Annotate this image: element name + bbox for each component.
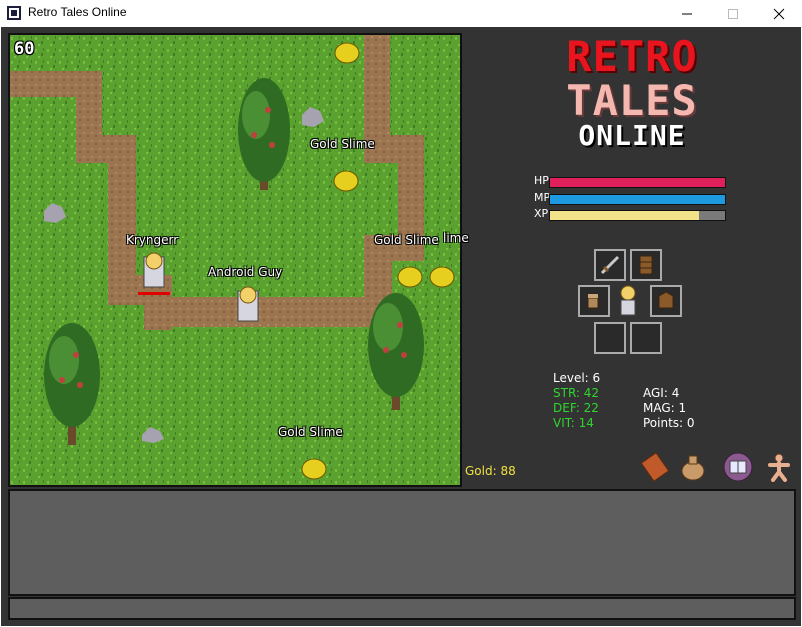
logo-line-tales: TALES <box>566 76 698 125</box>
mp-bar-fill <box>550 195 725 204</box>
magic-book-button[interactable] <box>721 450 755 484</box>
def-stat: DEF: 22 <box>553 401 599 415</box>
maximize-button[interactable] <box>710 0 756 27</box>
title-bar[interactable]: Retro Tales Online <box>0 0 802 27</box>
xp-bar <box>549 210 726 221</box>
level-stat: Level: 6 <box>553 371 601 385</box>
equipment-slot-weapon[interactable] <box>594 249 626 281</box>
game-map[interactable] <box>10 35 460 485</box>
app-icon <box>7 6 21 20</box>
equipment-slot-empty[interactable] <box>594 322 626 354</box>
minimize-icon <box>682 13 692 14</box>
chat-input[interactable] <box>8 597 796 620</box>
enemy-name-label-overflow: lime <box>443 231 469 245</box>
inventory-button[interactable] <box>676 450 710 484</box>
player-name-label: Kryngerr <box>126 233 179 247</box>
enemy-name-label: Gold Slime <box>278 425 343 439</box>
spellbook-button[interactable] <box>638 450 672 484</box>
mag-stat: MAG: 1 <box>643 401 687 415</box>
close-icon <box>773 8 785 19</box>
hp-bar <box>549 177 726 188</box>
character-button[interactable] <box>762 450 796 484</box>
enemy-name-label: Gold Slime <box>310 137 375 151</box>
maximize-icon <box>728 8 738 19</box>
character-icon <box>620 285 636 316</box>
xp-bar-fill <box>550 211 699 220</box>
sword-icon <box>600 255 620 275</box>
chat-log[interactable] <box>8 489 796 596</box>
hp-label: HP <box>534 174 549 187</box>
armor-icon <box>658 291 674 309</box>
fps-counter: 60 <box>14 39 35 59</box>
points-stat: Points: 0 <box>643 416 695 430</box>
hp-bar-fill <box>550 178 725 187</box>
xp-label: XP <box>534 207 549 220</box>
game-viewport[interactable]: 60 Kryngerr Android Guy Gold Slime Gold … <box>8 33 462 487</box>
logo-line-retro: RETRO <box>566 32 698 81</box>
mp-bar <box>549 194 726 205</box>
equipment-slot-empty[interactable] <box>630 322 662 354</box>
spellbook-icon <box>640 452 670 482</box>
vit-stat: VIT: 14 <box>553 416 594 430</box>
equipment-slot-armor[interactable] <box>650 285 682 317</box>
logo-line-online: ONLINE <box>578 119 686 152</box>
mp-label: MP <box>534 191 551 204</box>
str-stat: STR: 42 <box>553 386 600 400</box>
gold-counter: Gold: 88 <box>465 464 516 478</box>
equipment-avatar <box>612 285 644 317</box>
enemy-name-label: Gold Slime <box>374 233 439 247</box>
equipment-slot-offhand[interactable] <box>630 249 662 281</box>
equipment-slot-gloves[interactable] <box>578 285 610 317</box>
shield-icon <box>639 255 653 275</box>
minimize-button[interactable] <box>664 0 710 27</box>
character-icon <box>768 453 790 482</box>
other-player-name-label: Android Guy <box>208 265 283 279</box>
glove-icon <box>587 294 599 309</box>
inventory-bag-icon <box>681 455 705 481</box>
agi-stat: AGI: 4 <box>643 386 680 400</box>
close-button[interactable] <box>756 0 802 27</box>
app-window: Retro Tales Online 60 Kryngerr Android G… <box>0 0 802 627</box>
magic-book-icon <box>723 452 753 482</box>
other-player <box>237 286 259 322</box>
window-title: Retro Tales Online <box>28 5 127 19</box>
